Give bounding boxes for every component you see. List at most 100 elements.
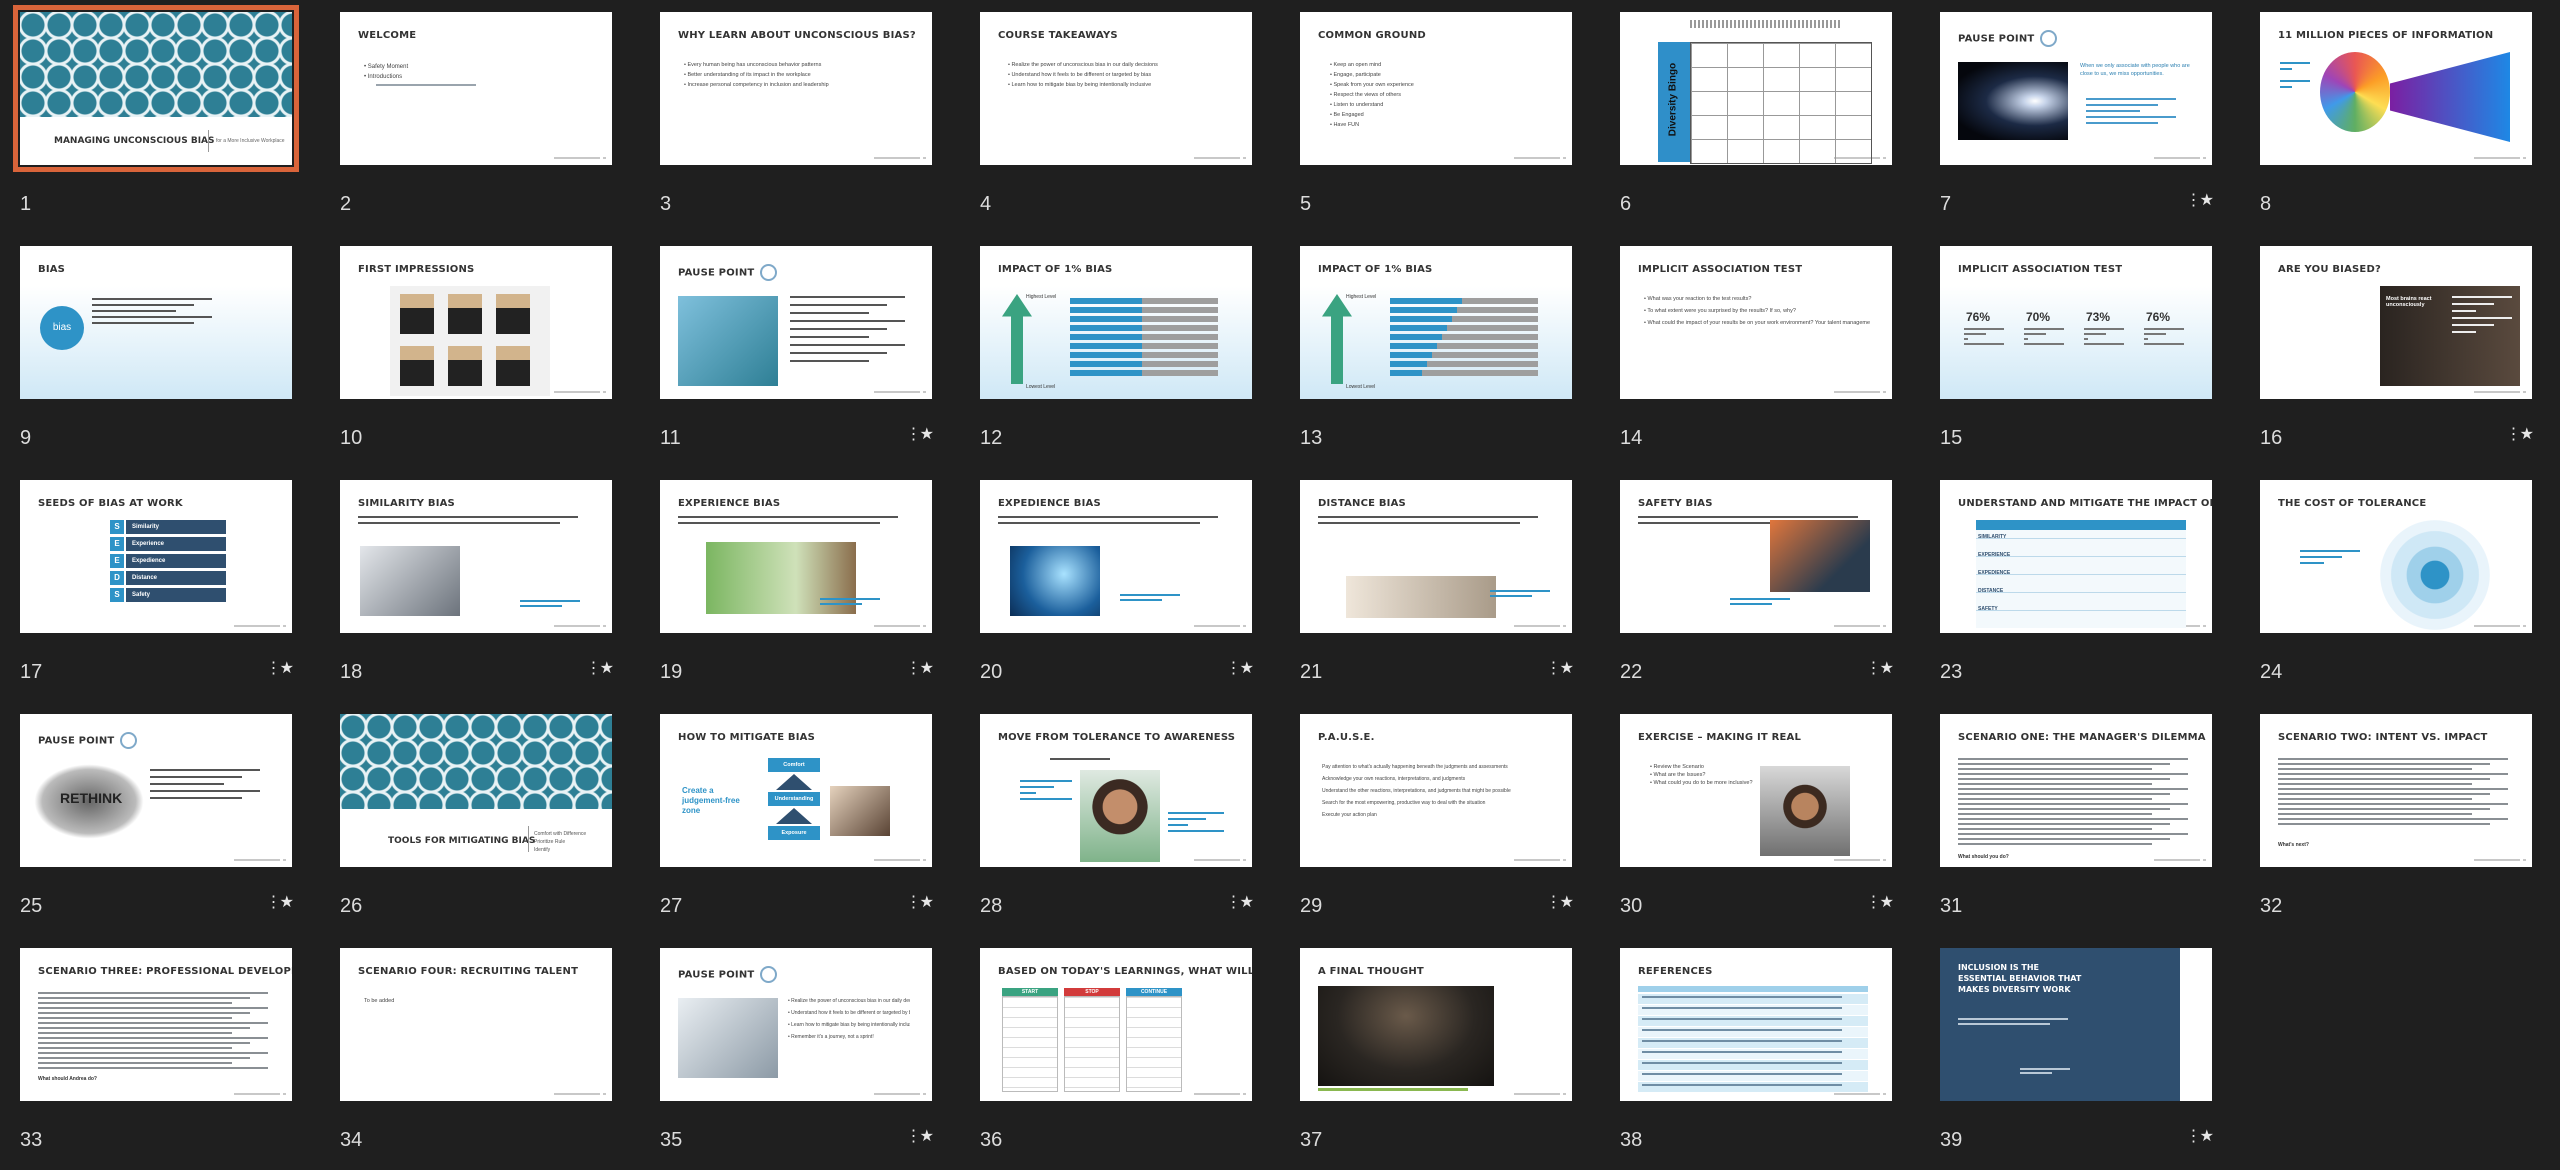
slide-thumbnail-24[interactable]: THE COST OF TOLERANCE 24 [2260,480,2532,700]
slide-canvas[interactable]: WHY LEARN ABOUT UNCONSCIOUS BIAS? • Every… [660,12,932,165]
slide-canvas[interactable]: SCENARIO FOUR: RECRUITING TALENT To be ad… [340,948,612,1101]
slide-canvas[interactable]: COMMON GROUND • Keep an open mind • Engage… [1300,12,1572,165]
slide-thumbnail-19[interactable]: EXPERIENCE BIAS 19 ⋮★ [660,480,934,700]
slide-thumbnail-39[interactable]: INCLUSION IS THE ESSENTIAL BEHAVIOR THAT… [1940,948,2214,1168]
slide-canvas[interactable]: SAFETY BIAS [1620,480,1892,633]
slide-thumbnail-10[interactable]: FIRST IMPRESSIONS 10 [340,246,612,466]
animation-star-icon[interactable]: ⋮★ [906,658,934,677]
slide-thumbnail-7[interactable]: PAUSE POINT When we only associate with p… [1940,12,2214,232]
slide-canvas[interactable]: EXPERIENCE BIAS [660,480,932,633]
slide-canvas[interactable]: SCENARIO THREE: PROFESSIONAL DEVELOPMENT… [20,948,292,1101]
slide-thumbnail-3[interactable]: WHY LEARN ABOUT UNCONSCIOUS BIAS? • Every… [660,12,932,232]
slide-canvas[interactable]: IMPLICIT ASSOCIATION TEST 76% 70% 73% 76% [1940,246,2212,399]
slide-thumbnail-9[interactable]: BIAS bias 9 [20,246,292,466]
animation-star-icon[interactable]: ⋮★ [906,1126,934,1145]
slide-thumbnail-20[interactable]: EXPEDIENCE BIAS 20 ⋮★ [980,480,1254,700]
slide-thumbnail-8[interactable]: 11 MILLION PIECES OF INFORMATION 8 [2260,12,2532,232]
slide-thumbnail-31[interactable]: SCENARIO ONE: THE MANAGER'S DILEMMA What … [1940,714,2212,934]
slide-canvas[interactable]: P.A.U.S.E. Pay attention to what's actual… [1300,714,1572,867]
animation-star-icon[interactable]: ⋮★ [266,892,294,911]
slide-thumbnail-18[interactable]: SIMILARITY BIAS 18 ⋮★ [340,480,614,700]
animation-star-icon[interactable]: ⋮★ [266,658,294,677]
animation-star-icon[interactable]: ⋮★ [2186,190,2214,209]
slide-thumbnail-27[interactable]: HOW TO MITIGATE BIAS Comfort Understanding… [660,714,934,934]
slide-thumbnail-21[interactable]: DISTANCE BIAS 21 ⋮★ [1300,480,1574,700]
text-line [1964,328,2004,330]
slide-thumbnail-2[interactable]: WELCOME • Safety Moment • Introductions 2 [340,12,612,232]
slide-canvas[interactable]: SEEDS OF BIAS AT WORK S Similarity E Experie… [20,480,292,633]
slide-thumbnail-34[interactable]: SCENARIO FOUR: RECRUITING TALENT To be ad… [340,948,612,1168]
slide-thumbnail-11[interactable]: PAUSE POINT 11 ⋮★ [660,246,934,466]
slide-thumbnail-32[interactable]: SCENARIO TWO: INTENT VS. IMPACT What's ne… [2260,714,2532,934]
slide-canvas[interactable]: FIRST IMPRESSIONS [340,246,612,399]
animation-star-icon[interactable]: ⋮★ [586,658,614,677]
animation-star-icon[interactable]: ⋮★ [1226,892,1254,911]
animation-star-icon[interactable]: ⋮★ [1546,658,1574,677]
slide-canvas[interactable]: DISTANCE BIAS [1300,480,1572,633]
slide-thumbnail-6[interactable]: Diversity Bingo 6 [1620,12,1892,232]
slide-canvas[interactable]: THE COST OF TOLERANCE [2260,480,2532,633]
slide-canvas[interactable]: ARE YOU BIASED? Most brains react unconsc… [2260,246,2532,399]
slide-canvas[interactable]: PAUSE POINT [660,246,932,399]
slide-thumbnail-1[interactable]: MANAGING UNCONSCIOUS BIAS for a More Incl… [13,5,299,232]
slide-canvas[interactable]: REFERENCES [1620,948,1892,1101]
slide-canvas[interactable]: Diversity Bingo [1620,12,1892,165]
animation-star-icon[interactable]: ⋮★ [2506,424,2534,443]
slide-thumbnail-28[interactable]: MOVE FROM TOLERANCE TO AWARENESS 28 ⋮★ [980,714,1254,934]
slide-canvas[interactable]: PAUSE POINT • Realize the power of uncons… [660,948,932,1101]
animation-star-icon[interactable]: ⋮★ [1226,658,1254,677]
slide-thumbnail-30[interactable]: EXERCISE – MAKING IT REAL • Review the Sc… [1620,714,1894,934]
slide-canvas[interactable]: BIAS bias [20,246,292,399]
animation-star-icon[interactable]: ⋮★ [1866,892,1894,911]
slide-canvas[interactable]: TOOLS FOR MITIGATING BIAS Comfort with Di… [340,714,612,867]
slide-canvas[interactable]: PAUSE POINT When we only associate with p… [1940,12,2212,165]
slide-canvas[interactable]: COURSE TAKEAWAYS • Realize the power of u… [980,12,1252,165]
slide-canvas[interactable]: MOVE FROM TOLERANCE TO AWARENESS [980,714,1252,867]
slide-thumbnail-14[interactable]: IMPLICIT ASSOCIATION TEST • What was your… [1620,246,1892,466]
animation-star-icon[interactable]: ⋮★ [906,424,934,443]
slide-canvas[interactable]: EXPEDIENCE BIAS [980,480,1252,633]
slide-number: 24 [2260,661,2283,683]
slide-canvas[interactable]: EXERCISE – MAKING IT REAL • Review the Sc… [1620,714,1892,867]
slide-thumbnail-22[interactable]: SAFETY BIAS 22 ⋮★ [1620,480,1894,700]
slide-canvas[interactable]: WELCOME • Safety Moment • Introductions [340,12,612,165]
bullet-text: • Keep an open mind [1330,62,1382,68]
slide-thumbnail-25[interactable]: PAUSE POINT RETHINK 25 ⋮★ [20,714,294,934]
slide-canvas[interactable]: BASED ON TODAY'S LEARNINGS, WHAT WILL YO… [980,948,1252,1101]
slide-canvas[interactable]: SCENARIO ONE: THE MANAGER'S DILEMMA What … [1940,714,2212,867]
slide-thumbnail-17[interactable]: SEEDS OF BIAS AT WORK S Similarity E Experie… [20,480,294,700]
slide-thumbnail-4[interactable]: COURSE TAKEAWAYS • Realize the power of u… [980,12,1252,232]
slide-canvas[interactable]: SCENARIO TWO: INTENT VS. IMPACT What's ne… [2260,714,2532,867]
animation-star-icon[interactable]: ⋮★ [1866,658,1894,677]
animation-star-icon[interactable]: ⋮★ [1546,892,1574,911]
seed-letter: E [110,554,124,568]
slide-canvas[interactable]: 11 MILLION PIECES OF INFORMATION [2260,12,2532,165]
slide-thumbnail-35[interactable]: PAUSE POINT • Realize the power of uncons… [660,948,934,1168]
slide-canvas[interactable]: UNDERSTAND AND MITIGATE THE IMPACT OF BI… [1940,480,2212,633]
slide-thumbnail-37[interactable]: A FINAL THOUGHT 37 [1300,948,1572,1168]
slide-thumbnail-26[interactable]: TOOLS FOR MITIGATING BIAS Comfort with Di… [340,714,612,934]
slide-thumbnail-33[interactable]: SCENARIO THREE: PROFESSIONAL DEVELOPMENT… [20,948,292,1168]
slide-canvas[interactable]: SIMILARITY BIAS [340,480,612,633]
slide-canvas[interactable]: MANAGING UNCONSCIOUS BIAS for a More Incl… [13,5,299,172]
animation-star-icon[interactable]: ⋮★ [2186,1126,2214,1145]
slide-thumbnail-29[interactable]: P.A.U.S.E. Pay attention to what's actual… [1300,714,1574,934]
slide-thumbnail-15[interactable]: IMPLICIT ASSOCIATION TEST 76% 70% 73% 76% 15 [1940,246,2212,466]
animation-star-icon[interactable]: ⋮★ [906,892,934,911]
slide-canvas[interactable]: IMPACT OF 1% BIAS Highest Level Lowest Lev… [980,246,1252,399]
slide-canvas[interactable]: A FINAL THOUGHT [1300,948,1572,1101]
slide-thumbnail-12[interactable]: IMPACT OF 1% BIAS Highest Level Lowest Lev… [980,246,1252,466]
text-line [1120,594,1180,596]
slide-canvas[interactable]: HOW TO MITIGATE BIAS Comfort Understanding… [660,714,932,867]
slide-thumbnail-5[interactable]: COMMON GROUND • Keep an open mind • Engage… [1300,12,1572,232]
slide-canvas[interactable]: IMPACT OF 1% BIAS Highest Level Lowest Lev… [1300,246,1572,399]
slide-canvas[interactable]: PAUSE POINT RETHINK [20,714,292,867]
slide-thumbnail-36[interactable]: BASED ON TODAY'S LEARNINGS, WHAT WILL YO… [980,948,1252,1168]
bullet-text: • To what extent were you surprised by t… [1644,308,1796,314]
slide-thumbnail-23[interactable]: UNDERSTAND AND MITIGATE THE IMPACT OF BI… [1940,480,2212,700]
slide-thumbnail-16[interactable]: ARE YOU BIASED? Most brains react unconsc… [2260,246,2534,466]
slide-thumbnail-13[interactable]: IMPACT OF 1% BIAS Highest Level Lowest Lev… [1300,246,1572,466]
slide-thumbnail-38[interactable]: REFERENCES 38 [1620,948,1892,1168]
slide-canvas[interactable]: INCLUSION IS THE ESSENTIAL BEHAVIOR THAT… [1940,948,2212,1101]
slide-canvas[interactable]: IMPLICIT ASSOCIATION TEST • What was your… [1620,246,1892,399]
